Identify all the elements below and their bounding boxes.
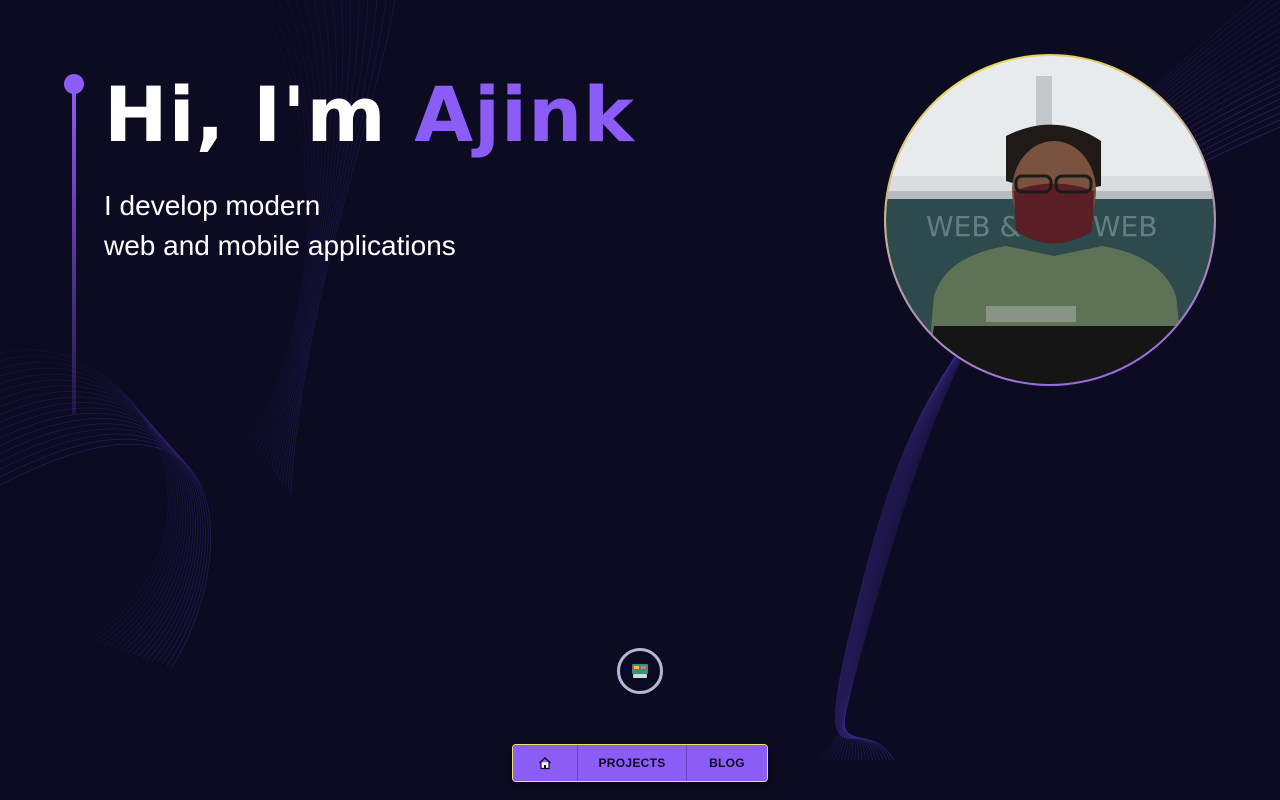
- hero-headline: Hi, I'm Ajink: [104, 70, 635, 160]
- wave-line: [0, 355, 171, 642]
- tagline-line-1: I develop modern: [104, 190, 321, 221]
- wave-line: [0, 373, 179, 647]
- wave-line: [0, 428, 204, 663]
- wave-line: [0, 438, 209, 666]
- wave-line: [0, 407, 194, 657]
- wave-line: [0, 385, 184, 650]
- timeline-decoration: [64, 74, 84, 414]
- wave-line: [0, 349, 169, 641]
- hero-name: Ajink: [414, 70, 635, 159]
- wave-line: [0, 412, 196, 658]
- timeline-dot: [64, 74, 84, 94]
- wave-line: [0, 368, 176, 646]
- wave-line: [0, 361, 174, 644]
- hero-tagline: I develop modern web and mobile applicat…: [104, 186, 456, 266]
- wave-line: [0, 379, 181, 649]
- wave-line: [0, 423, 201, 662]
- wave-line: [0, 418, 199, 660]
- bottom-nav: PROJECTS BLOG: [512, 744, 768, 782]
- profile-photo-image: WEB & WIS WEB: [886, 56, 1214, 384]
- wave-line: [0, 433, 206, 665]
- wave-line: [0, 402, 191, 655]
- wave-line: [0, 396, 189, 654]
- emoji-badge-icon: [632, 664, 648, 678]
- page: Hi, I'm Ajink I develop modern web and m…: [0, 0, 1280, 800]
- nav-blog-button[interactable]: BLOG: [687, 745, 767, 781]
- nav-home-button[interactable]: [513, 745, 577, 781]
- wave-line: [0, 443, 212, 668]
- home-icon: [539, 757, 551, 770]
- wave-line: [0, 391, 186, 652]
- center-badge[interactable]: [617, 648, 663, 694]
- tagline-line-2: web and mobile applications: [104, 230, 456, 261]
- hero-greeting: Hi, I'm: [104, 70, 415, 159]
- profile-photo: WEB & WIS WEB: [884, 54, 1216, 386]
- nav-projects-button[interactable]: PROJECTS: [577, 745, 687, 781]
- timeline-line: [72, 88, 76, 414]
